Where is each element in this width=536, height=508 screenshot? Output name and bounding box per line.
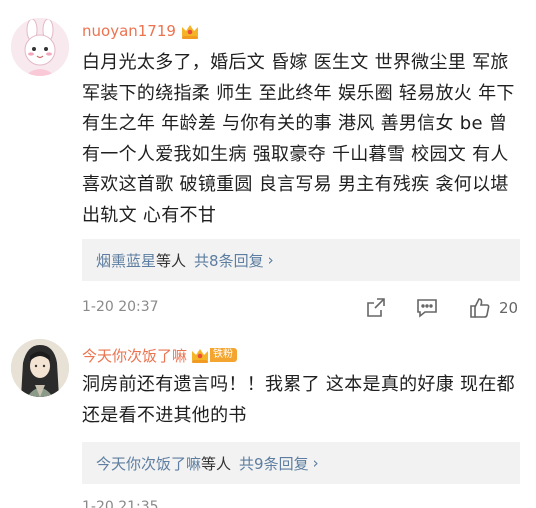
comment-time: 1-20 20:37	[82, 299, 159, 315]
reply-author[interactable]: 今天你次饭了嘛	[96, 453, 201, 474]
reply-count[interactable]: 共8条回复	[194, 250, 264, 271]
avatar[interactable]	[11, 18, 69, 76]
username[interactable]: nuoyan1719	[82, 22, 176, 40]
chevron-right-icon: ›	[267, 251, 274, 269]
reply-etc: 等人	[156, 251, 187, 270]
reply-count[interactable]: 共9条回复	[239, 453, 309, 474]
comment-header: nuoyan1719	[82, 18, 200, 44]
like-count: 20	[499, 299, 519, 317]
share-icon[interactable]	[364, 296, 388, 320]
thumbs-up-icon[interactable]	[468, 296, 492, 320]
username[interactable]: 今天你次饭了嘛	[82, 345, 187, 366]
comment-header: 今天你次饭了嘛 铁粉	[82, 342, 238, 368]
comment-time: 1-20 21:35	[82, 499, 159, 508]
reply-author[interactable]: 烟熏蓝星	[96, 250, 156, 271]
fan-badge-label: 铁粉	[210, 348, 238, 362]
comment-text: 白月光太多了，婚后文 昏嫁 医生文 世界微尘里 军旅 军装下的绕指柔 师生 至此…	[82, 52, 515, 226]
reply-etc: 等人	[201, 454, 232, 473]
comment-icon[interactable]	[415, 296, 439, 320]
vip-crown-icon	[192, 349, 209, 363]
chevron-right-icon: ›	[312, 454, 319, 472]
comment-text: 洞房前还有遗言吗！！我累了 这本是真的好康 现在都还是看不进其他的书	[82, 374, 515, 426]
comment-footer: 1-20 21:35	[82, 496, 522, 508]
avatar[interactable]	[11, 339, 69, 397]
replies-summary[interactable]: 烟熏蓝星 等人 共8条回复 ›	[82, 239, 520, 281]
replies-summary[interactable]: 今天你次饭了嘛 等人 共9条回复 ›	[82, 442, 520, 484]
comment-footer: 1-20 20:37 20	[82, 296, 522, 320]
vip-crown-icon[interactable]	[180, 22, 200, 40]
fan-badge[interactable]: 铁粉	[190, 347, 238, 364]
